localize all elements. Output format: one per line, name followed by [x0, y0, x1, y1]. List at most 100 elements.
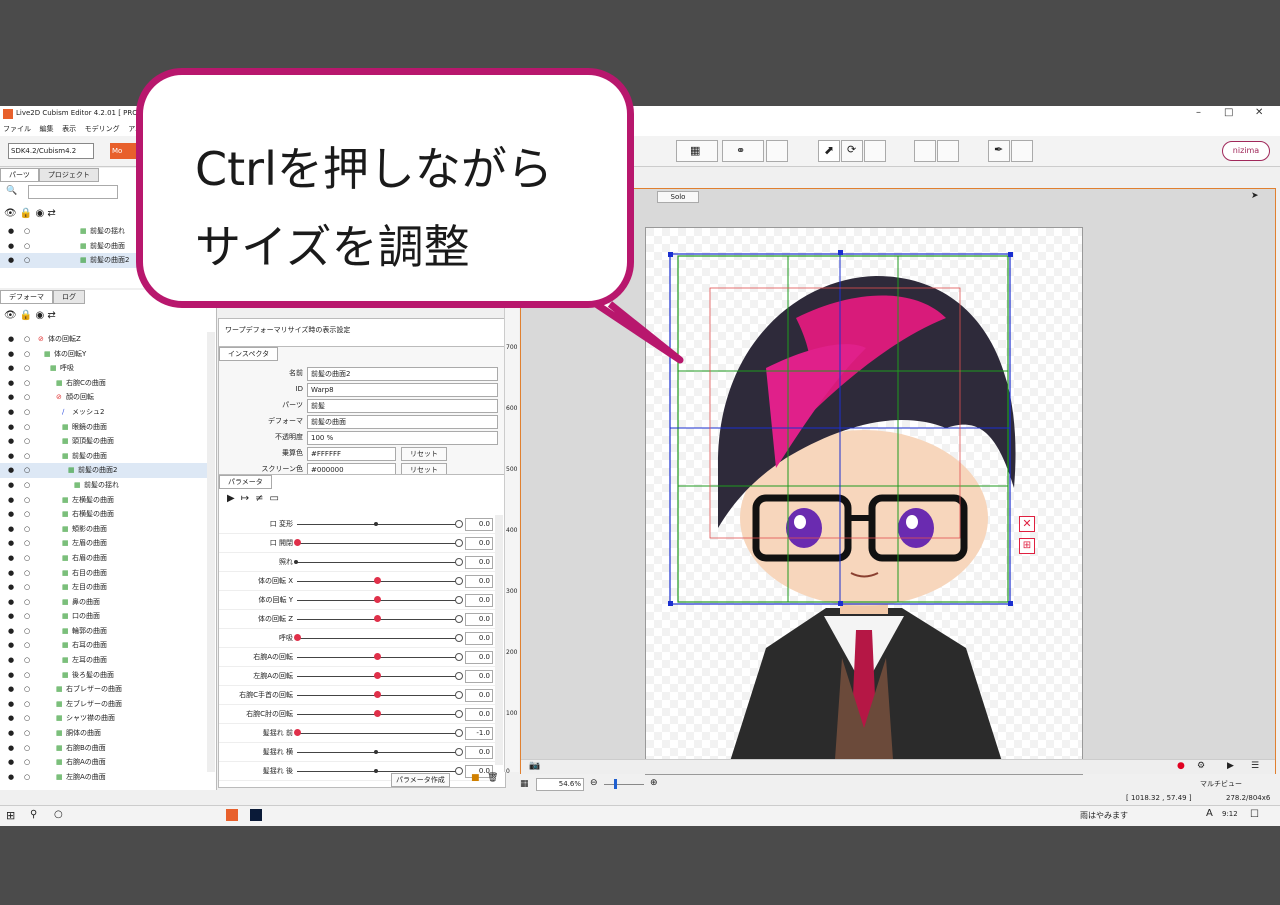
multiview-button[interactable]: マルチビュー	[1200, 779, 1242, 789]
parameter-value-input[interactable]: 0.0	[465, 556, 493, 569]
eye-icon[interactable]: ●	[8, 507, 14, 521]
lock-icon[interactable]: ○	[24, 434, 30, 448]
lock-icon[interactable]: ○	[24, 420, 30, 434]
eye-icon[interactable]: ●	[8, 347, 14, 361]
parameter-slider-handle[interactable]	[374, 672, 381, 679]
parameter-value-input[interactable]: 0.0	[465, 575, 493, 588]
deformer-item[interactable]: ● ○ ▦ 前髪の曲面	[0, 449, 210, 464]
deformer-item[interactable]: ● ○ ▦ 左耳の曲面	[0, 653, 210, 668]
parameter-value-input[interactable]: -1.0	[465, 727, 493, 740]
lock-icon[interactable]: ○	[24, 595, 30, 609]
eye-icon[interactable]: ●	[8, 434, 14, 448]
parameter-value-input[interactable]: 0.0	[465, 594, 493, 607]
create-parameter-button[interactable]: パラメータ作成	[391, 773, 450, 787]
tab-log[interactable]: ログ	[53, 290, 85, 304]
parameter-slider-handle[interactable]	[374, 522, 378, 526]
photoshop-taskbar-icon[interactable]	[250, 809, 262, 821]
record-icon[interactable]: ●	[1177, 761, 1185, 771]
eye-icon[interactable]: ●	[8, 668, 14, 682]
zoom-input[interactable]: 54.6%	[536, 778, 584, 791]
lock-icon[interactable]: ○	[24, 711, 30, 725]
deformer-item[interactable]: ● ○ ▦ 輪郭の曲面	[0, 624, 210, 639]
menu-edit[interactable]: 編集	[40, 125, 54, 133]
parameter-slider-handle[interactable]	[374, 653, 381, 660]
pen-tool-button[interactable]: ✒	[988, 140, 1010, 162]
lock-icon[interactable]: ○	[24, 697, 30, 711]
blend-tool-button[interactable]	[937, 140, 959, 162]
deformer-item[interactable]: ● ○ ▦ シャツ襟の曲面	[0, 711, 210, 726]
eye-icon[interactable]: ●	[8, 711, 14, 725]
eye-icon[interactable]: ●	[8, 420, 14, 434]
lock-icon[interactable]: ○	[24, 653, 30, 667]
lasso-tool-button[interactable]: ⟳	[841, 140, 863, 162]
menu-file[interactable]: ファイル	[3, 125, 31, 133]
deformer-item[interactable]: ● ○ ▦ 左腕Aの曲面	[0, 770, 210, 785]
clock[interactable]: 9:12	[1222, 810, 1238, 818]
solo-button[interactable]: Solo	[657, 191, 699, 203]
close-button[interactable]: ✕	[1255, 107, 1263, 118]
parameter-value-input[interactable]: 0.0	[465, 670, 493, 683]
deformer-path-button[interactable]	[766, 140, 788, 162]
deformer-item[interactable]: ● ○ ▦ 右目の曲面	[0, 566, 210, 581]
deformer-item[interactable]: ● ○ ▦ 右腕Cの曲面	[0, 376, 210, 391]
eye-icon[interactable]: ●	[8, 638, 14, 652]
zoom-slider[interactable]	[604, 784, 644, 785]
lock-icon[interactable]: ○	[24, 580, 30, 594]
parameter-slider[interactable]	[297, 543, 457, 544]
lock-icon[interactable]: ○	[24, 770, 30, 784]
glue-tool-button[interactable]	[914, 140, 936, 162]
parameter-value-input[interactable]: 0.0	[465, 746, 493, 759]
tab-deformer[interactable]: デフォーマ	[0, 290, 53, 304]
eye-icon[interactable]: ●	[8, 478, 14, 492]
lock-icon[interactable]: ○	[24, 638, 30, 652]
eye-icon[interactable]: ●	[8, 566, 14, 580]
deformer-item[interactable]: ● ○ ▦ 前髪の曲面2	[0, 463, 210, 478]
eye-icon[interactable]: ●	[8, 697, 14, 711]
weather-text[interactable]: 雨はやみます	[1080, 810, 1128, 821]
parameter-slider-handle[interactable]	[374, 615, 381, 622]
reset-button[interactable]: リセット	[401, 447, 447, 461]
lock-icon[interactable]: ○	[24, 347, 30, 361]
tab-project[interactable]: プロジェクト	[38, 168, 99, 182]
inspector-value[interactable]: #FFFFFF	[307, 447, 396, 461]
lock-icon[interactable]: ○	[24, 741, 30, 755]
parameter-slider[interactable]	[297, 638, 457, 639]
lock-icon[interactable]: ○	[24, 726, 30, 740]
parameter-slider-handle[interactable]	[294, 634, 301, 641]
eye-icon[interactable]: ●	[8, 332, 14, 346]
deformer-item[interactable]: ● ○ ▦ 右横髪の曲面	[0, 507, 210, 522]
eye-icon[interactable]: ●	[8, 609, 14, 623]
deformer-item[interactable]: ● ○ ▦ 呼吸	[0, 361, 210, 376]
eye-icon[interactable]: ●	[8, 361, 14, 375]
mode-button[interactable]: Mo	[110, 143, 138, 159]
lock-icon[interactable]: ○	[24, 682, 30, 696]
lock-icon[interactable]: ○	[24, 507, 30, 521]
cortana-icon[interactable]: ○	[54, 809, 63, 820]
parameter-slider-handle[interactable]	[374, 769, 378, 773]
eye-icon[interactable]: ●	[8, 770, 14, 784]
deformer-item[interactable]: ● ○ ▦ 前髪の揺れ	[0, 478, 210, 493]
brush-tool-button[interactable]	[864, 140, 886, 162]
deformer-item[interactable]: ● ○ ▦ 体の回転Y	[0, 347, 210, 362]
lock-icon[interactable]: ○	[24, 405, 30, 419]
deformer-item[interactable]: ● ○ ▦ 頬影の曲面	[0, 522, 210, 537]
ime-indicator[interactable]: A	[1206, 808, 1213, 819]
parameter-slider-handle[interactable]	[374, 750, 378, 754]
deformer-item[interactable]: ● ○ ▦ 右ブレザーの曲面	[0, 682, 210, 697]
lock-icon[interactable]: ○	[24, 463, 30, 477]
lock-icon[interactable]: ○	[24, 390, 30, 404]
parameter-value-input[interactable]: 0.0	[465, 613, 493, 626]
lock-icon[interactable]: ○	[24, 755, 30, 769]
list-icon[interactable]: ☰	[1251, 761, 1259, 771]
inspector-value[interactable]: Warp8	[307, 383, 498, 397]
parameter-slider-handle[interactable]	[374, 596, 381, 603]
eye-icon[interactable]: ●	[8, 522, 14, 536]
parameter-value-input[interactable]: 0.0	[465, 651, 493, 664]
inspector-value[interactable]: 100 %	[307, 431, 498, 445]
eye-icon[interactable]: ●	[8, 463, 14, 477]
eye-icon[interactable]: ●	[8, 653, 14, 667]
deformer-item[interactable]: ● ○ ▦ 右眉の曲面	[0, 551, 210, 566]
menu-modeling[interactable]: モデリング	[85, 125, 120, 133]
eye-icon[interactable]: ●	[8, 741, 14, 755]
search-icon[interactable]: ⚲	[30, 809, 37, 820]
